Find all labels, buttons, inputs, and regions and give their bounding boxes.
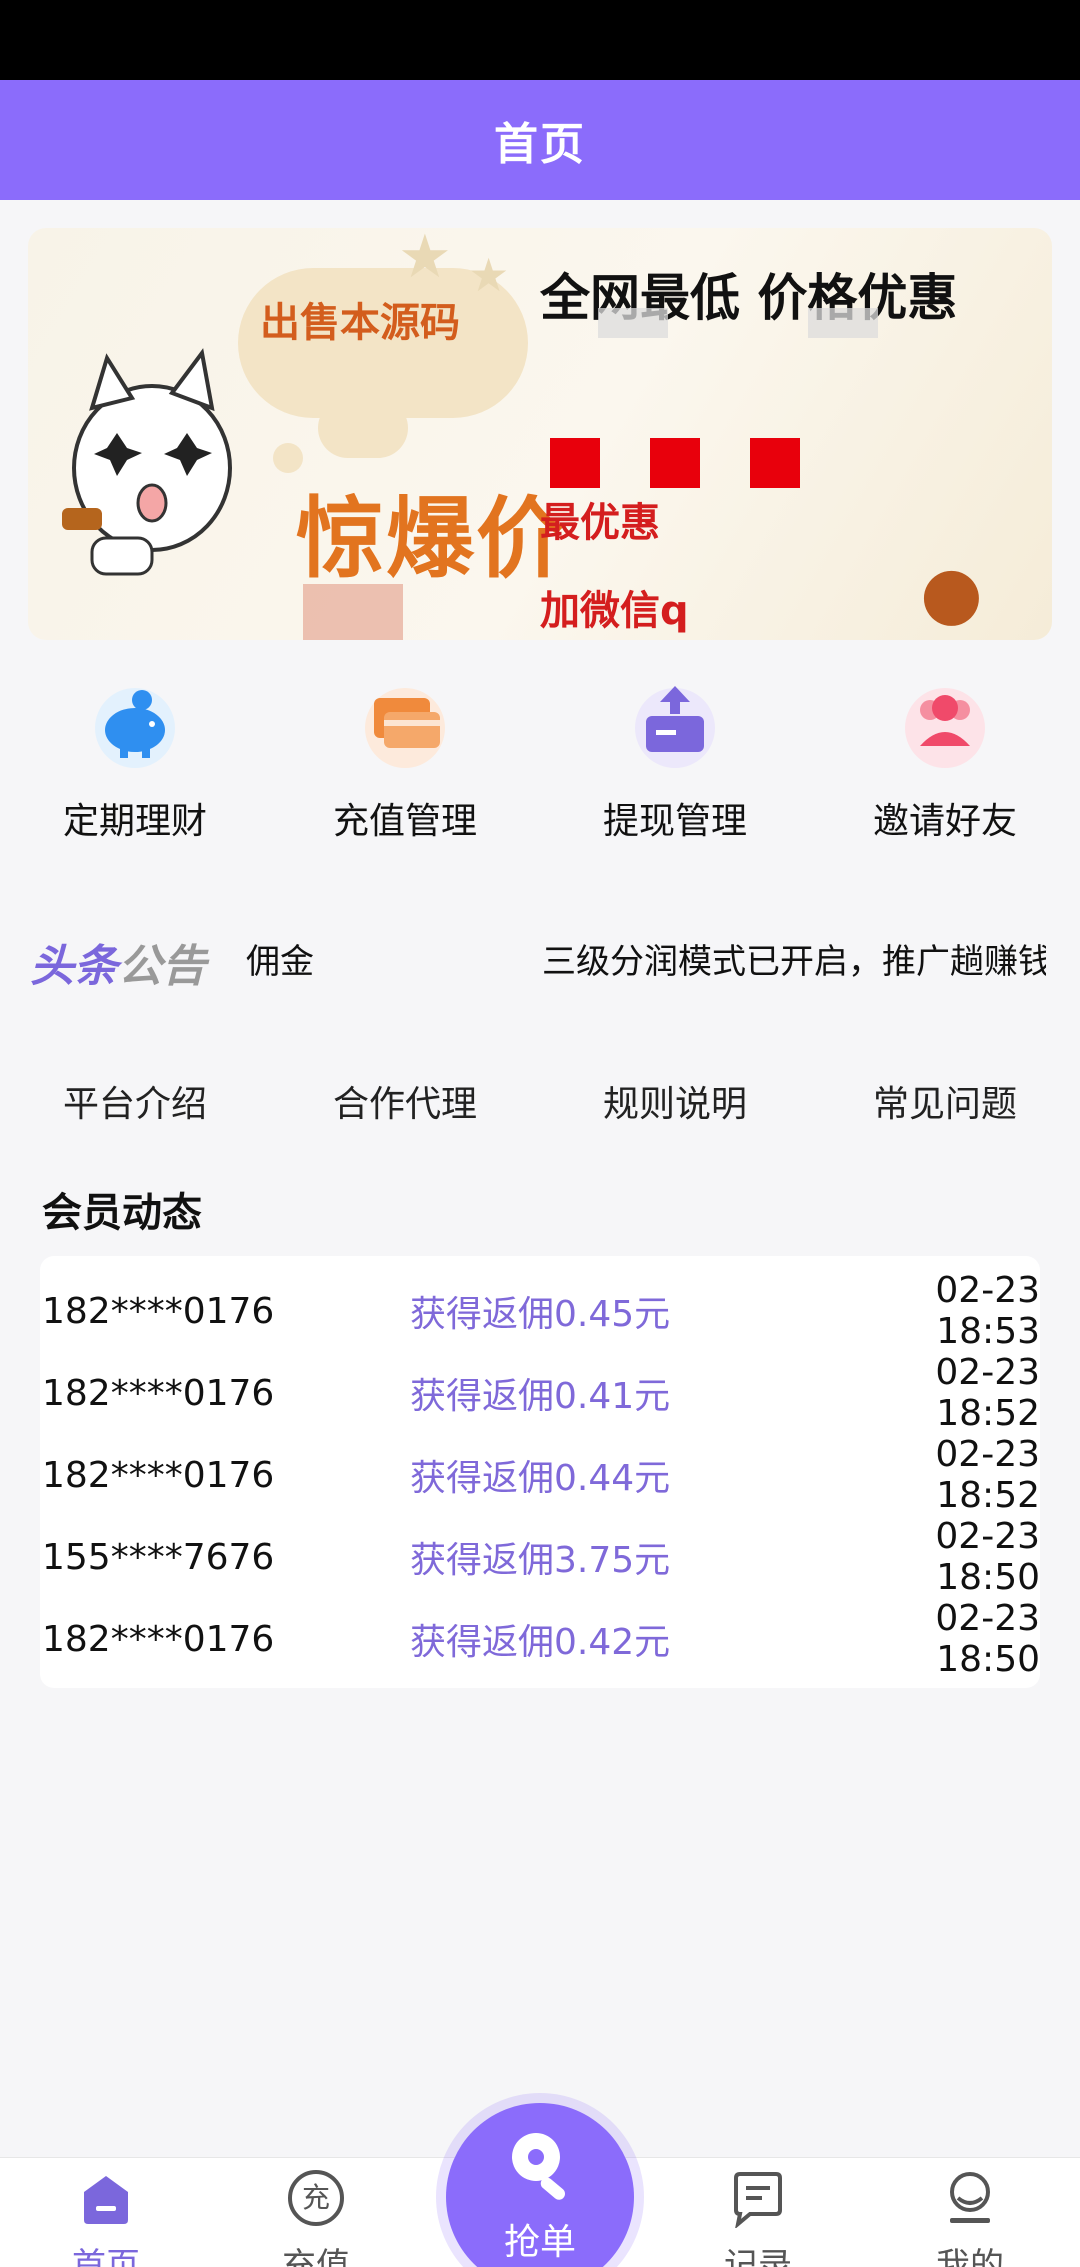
tab-mine[interactable]: 我的: [870, 2158, 1070, 2267]
banner-big-price: 惊爆价: [296, 487, 567, 590]
grab-order-label: 抢单: [503, 2222, 576, 2263]
notice-item: 三级分润模式已开启，推广趟赚钱: [542, 942, 1046, 982]
quick-item-label: 充值管理: [332, 801, 477, 842]
member-time: 02-23 18:52: [935, 1434, 1040, 1516]
member-phone: 182****0176: [42, 1372, 275, 1414]
headline-notice-tag: 头条公告: [30, 941, 206, 992]
notice-bar[interactable]: 头条公告 佣金 三级分润模式已开启，推广趟赚钱: [0, 912, 1080, 1012]
app-header: 首页: [0, 80, 1080, 200]
page-title: 首页: [494, 119, 586, 170]
member-reward: 获得返佣0.41元: [410, 1376, 671, 1417]
status-bar: [0, 0, 1080, 80]
star-icon: ★: [398, 228, 452, 292]
card-icon: [365, 688, 445, 768]
withdraw-icon: [635, 686, 715, 768]
quick-item-label: 提现管理: [602, 801, 747, 842]
quick-item-label: 定期理财: [62, 801, 207, 842]
member-time: 02-23 18:52: [935, 1352, 1040, 1434]
list-item: 182****0176 获得返佣0.42元 02-23 18:50: [40, 1598, 1040, 1680]
banner-contact: 加微信q: [540, 588, 689, 634]
list-item: 182****0176 获得返佣0.45元 02-23 18:53: [40, 1270, 1040, 1352]
member-time: 02-23 18:50: [935, 1598, 1040, 1680]
member-phone: 182****0176: [42, 1454, 275, 1496]
tab-records[interactable]: 记录: [658, 2158, 858, 2267]
home-icon: [84, 2176, 128, 2224]
blurred-area: [598, 308, 668, 338]
search-icon: [512, 2133, 565, 2200]
blurred-area: [808, 308, 878, 338]
member-activity-list: 182****0176 获得返佣0.45元 02-23 18:53 182***…: [40, 1256, 1040, 1688]
promo-banner[interactable]: ★ ★ 出售本源码 惊爆价 全网最低 价格优惠 最优惠 加微信q ●: [28, 228, 1052, 640]
tab-label: 记录: [724, 2246, 792, 2267]
list-item: 182****0176 获得返佣0.41元 02-23 18:52: [40, 1352, 1040, 1434]
list-item: 155****7676 获得返佣3.75元 02-23 18:50: [40, 1516, 1040, 1598]
banner-sale-text: 出售本源码: [260, 300, 460, 346]
redaction-block: [550, 438, 600, 488]
member-time: 02-23 18:53: [935, 1270, 1040, 1352]
quick-menu: 定期理财 充值管理 提现管理 邀请好友: [0, 680, 1080, 870]
quick-item-recharge[interactable]: 充值管理: [270, 680, 540, 870]
tab-faq[interactable]: 常见问题: [810, 1060, 1080, 1150]
member-phone: 155****7676: [42, 1536, 275, 1578]
tab-rules[interactable]: 规则说明: [540, 1060, 810, 1150]
tab-label: 首页: [72, 2246, 140, 2267]
member-reward: 获得返佣0.45元: [410, 1294, 671, 1335]
member-reward: 获得返佣0.42元: [410, 1622, 671, 1663]
list-item: 182****0176 获得返佣0.44元 02-23 18:52: [40, 1434, 1040, 1516]
member-reward: 获得返佣0.44元: [410, 1458, 671, 1499]
quick-item-label: 邀请好友: [872, 801, 1017, 842]
member-activity-title: 会员动态: [42, 1190, 202, 1236]
tab-label: 我的: [936, 2246, 1004, 2267]
user-icon: [950, 2172, 990, 2223]
member-phone: 182****0176: [42, 1290, 275, 1332]
paw-icon: ●: [920, 550, 983, 634]
friends-icon: [905, 688, 985, 768]
member-time: 02-23 18:50: [935, 1516, 1040, 1598]
records-icon: [734, 2172, 782, 2228]
banner-best: 最优惠: [540, 500, 660, 546]
piggy-bank-icon: [95, 688, 175, 768]
star-icon: ★: [468, 248, 510, 302]
recharge-glyph: 充: [301, 2181, 330, 2214]
thought-cloud-small: [318, 398, 408, 458]
cartoon-cat-icon: [62, 348, 232, 576]
member-reward: 获得返佣3.75元: [410, 1540, 671, 1581]
notice-item: 佣金: [246, 942, 314, 982]
quick-item-withdraw[interactable]: 提现管理: [540, 680, 810, 870]
redaction-block: [750, 438, 800, 488]
tab-agency[interactable]: 合作代理: [270, 1060, 540, 1150]
tab-label: 充值: [282, 2246, 350, 2267]
tab-recharge[interactable]: 充 充值: [216, 2158, 416, 2267]
quick-item-fixed-finance[interactable]: 定期理财: [0, 680, 270, 870]
redaction-block: [650, 438, 700, 488]
blurred-area: [303, 584, 403, 640]
tab-platform-intro[interactable]: 平台介绍: [0, 1060, 270, 1150]
info-tabs: 平台介绍 合作代理 规则说明 常见问题: [0, 1060, 1080, 1150]
notice-ticker: 佣金 三级分润模式已开启，推广趟赚钱: [246, 932, 1046, 992]
grab-order-button[interactable]: 抢单: [446, 2103, 634, 2267]
member-phone: 182****0176: [42, 1618, 275, 1660]
tab-home[interactable]: 首页: [6, 2158, 206, 2267]
quick-item-invite[interactable]: 邀请好友: [810, 680, 1080, 870]
